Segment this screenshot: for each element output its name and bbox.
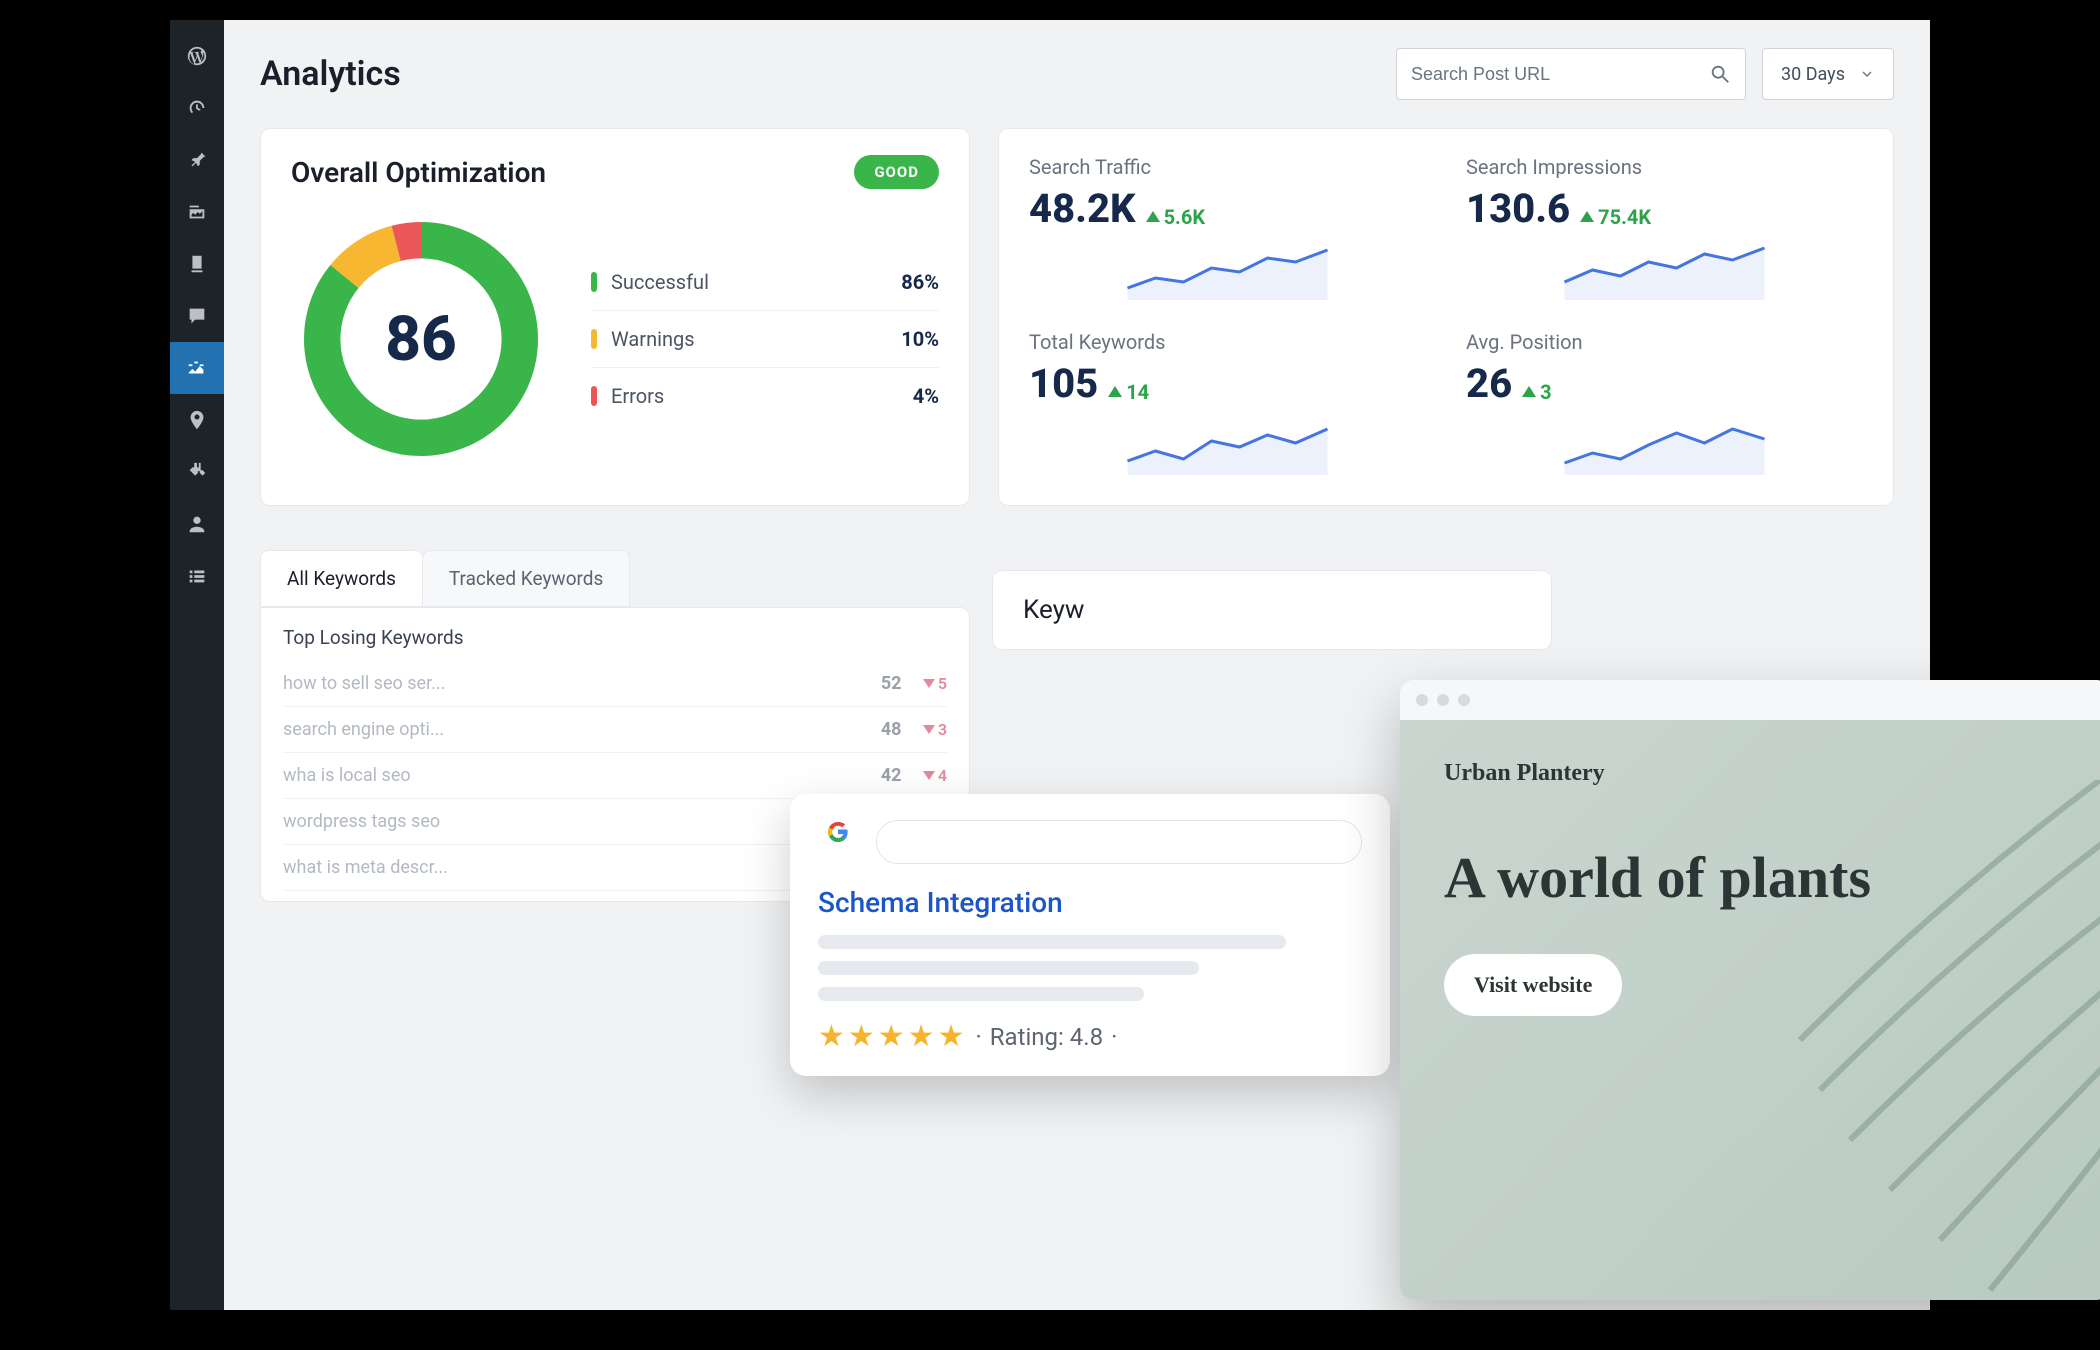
keyword-row[interactable]: wha is local seo424 <box>283 753 947 799</box>
pill-green-icon <box>591 272 597 292</box>
media-icon[interactable] <box>170 186 224 238</box>
visit-website-button[interactable]: Visit website <box>1444 954 1622 1016</box>
triangle-up-icon <box>1522 386 1536 397</box>
triangle-up-icon <box>1146 211 1160 222</box>
sparkline <box>1029 415 1426 475</box>
optimization-title: Overall Optimization <box>291 156 546 189</box>
metric-search-traffic: Search Traffic 48.2K 5.6K <box>1029 155 1426 304</box>
window-dot-icon <box>1416 694 1428 706</box>
triangle-up-icon <box>1108 386 1122 397</box>
search-icon <box>1709 63 1731 85</box>
overall-optimization-card: Overall Optimization GOOD 86 <box>260 128 970 506</box>
sparkline <box>1466 240 1863 300</box>
sparkline <box>1029 240 1426 300</box>
marker-icon[interactable] <box>170 394 224 446</box>
search-input[interactable] <box>1411 64 1709 85</box>
pin-icon[interactable] <box>170 134 224 186</box>
search-post-url[interactable] <box>1396 48 1746 100</box>
triangle-down-icon <box>923 771 935 780</box>
serp-line <box>818 935 1286 949</box>
serp-line <box>818 987 1144 1001</box>
comments-icon[interactable] <box>170 290 224 342</box>
metrics-card: Search Traffic 48.2K 5.6K Search Impress… <box>998 128 1894 506</box>
chevron-down-icon <box>1859 66 1875 82</box>
analytics-icon[interactable] <box>170 342 224 394</box>
star-icon: ★★★★★ <box>818 1019 967 1054</box>
triangle-down-icon <box>923 725 935 734</box>
palm-leaf-icon <box>1730 780 2100 1300</box>
dashboard-icon[interactable] <box>170 82 224 134</box>
pages-icon[interactable] <box>170 238 224 290</box>
optimization-donut: 86 <box>291 209 551 469</box>
delta-up: 14 <box>1108 380 1149 404</box>
optimization-score: 86 <box>291 209 551 469</box>
keyword-row[interactable]: how to sell seo ser...525 <box>283 661 947 707</box>
browser-chrome <box>1400 680 2100 720</box>
delta-up: 75.4K <box>1580 205 1651 229</box>
google-logo-icon <box>818 822 858 862</box>
date-range-label: 30 Days <box>1781 64 1845 85</box>
wp-admin-sidebar <box>170 20 224 1310</box>
plugins-icon[interactable] <box>170 446 224 498</box>
pill-red-icon <box>591 386 597 406</box>
serp-search-bar[interactable] <box>876 820 1362 864</box>
users-icon[interactable] <box>170 498 224 550</box>
metric-avg-position: Avg. Position 26 3 <box>1466 330 1863 479</box>
page-title: Analytics <box>260 54 401 94</box>
delta-up: 3 <box>1522 380 1551 404</box>
site-preview: Urban Plantery A world of plants Visit w… <box>1400 680 2100 1300</box>
opt-row-successful: Successful 86% <box>591 254 939 311</box>
triangle-down-icon <box>923 679 935 688</box>
date-range-select[interactable]: 30 Days <box>1762 48 1894 100</box>
window-dot-icon <box>1458 694 1470 706</box>
tab-tracked-keywords[interactable]: Tracked Keywords <box>422 550 630 607</box>
keyword-row[interactable]: search engine opti...483 <box>283 707 947 753</box>
keywords-partial-card: Keyw <box>992 570 1552 650</box>
sparkline <box>1466 415 1863 475</box>
delta-up: 5.6K <box>1146 205 1205 229</box>
metric-total-keywords: Total Keywords 105 14 <box>1029 330 1426 479</box>
triangle-up-icon <box>1580 211 1594 222</box>
serp-line <box>818 961 1199 975</box>
pill-amber-icon <box>591 329 597 349</box>
opt-row-errors: Errors 4% <box>591 368 939 424</box>
serp-result-title[interactable]: Schema Integration <box>818 886 1362 919</box>
window-dot-icon <box>1437 694 1449 706</box>
tab-all-keywords[interactable]: All Keywords <box>260 550 423 607</box>
metric-search-impressions: Search Impressions 130.6 75.4K <box>1466 155 1863 304</box>
tools-icon[interactable] <box>170 550 224 602</box>
opt-row-warnings: Warnings 10% <box>591 311 939 368</box>
status-badge: GOOD <box>854 155 939 189</box>
wp-logo-icon[interactable] <box>170 30 224 82</box>
serp-rating: ★★★★★ · Rating: 4.8 · <box>818 1019 1362 1054</box>
keywords-heading: Top Losing Keywords <box>283 626 947 649</box>
serp-preview: Schema Integration ★★★★★ · Rating: 4.8 · <box>790 794 1390 1076</box>
